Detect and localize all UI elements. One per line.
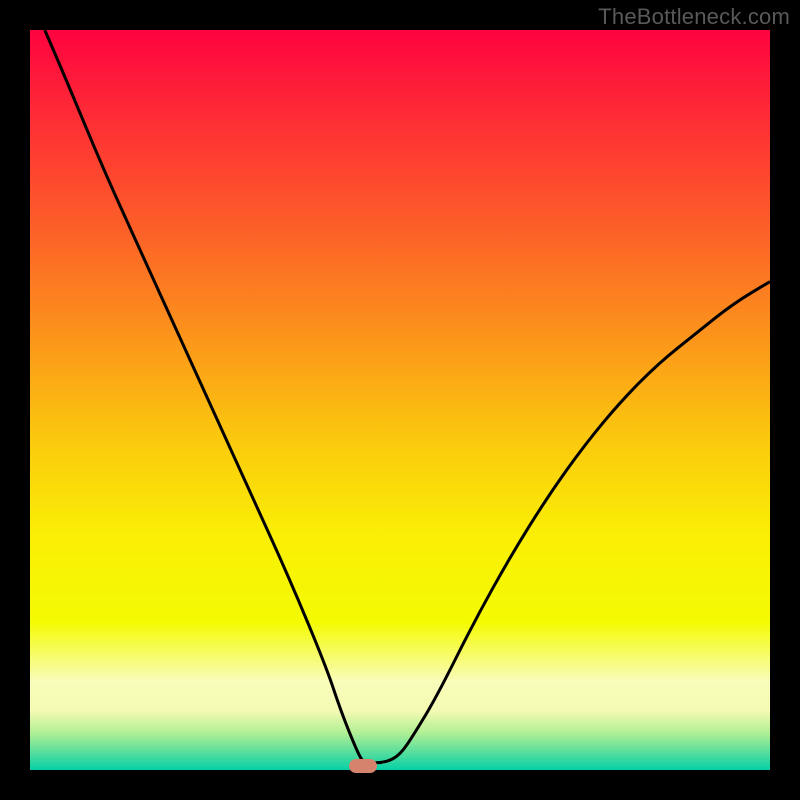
optimum-marker-icon: [349, 759, 377, 773]
chart-frame: TheBottleneck.com: [0, 0, 800, 800]
gradient-background: [30, 30, 770, 770]
plot-area: [30, 30, 770, 770]
chart-svg: [30, 30, 770, 770]
watermark-text: TheBottleneck.com: [598, 4, 790, 30]
